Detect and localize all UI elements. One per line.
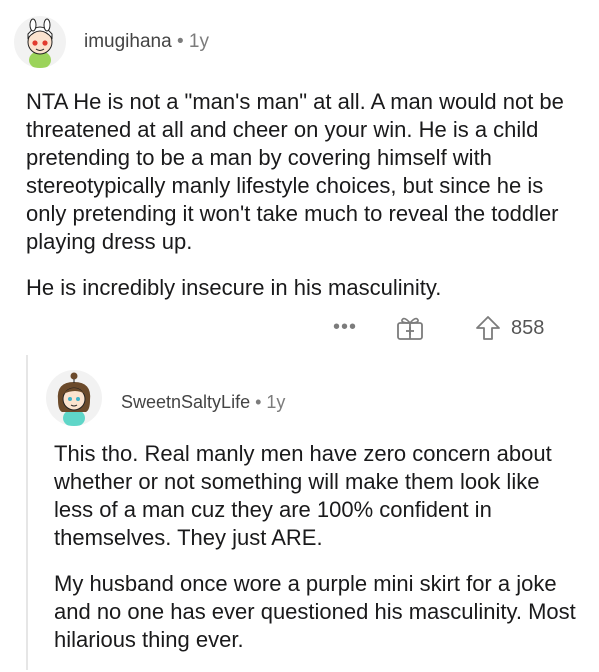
thread-line[interactable] bbox=[26, 355, 28, 670]
comment-paragraph: My husband once wore a purple mini skirt… bbox=[54, 571, 576, 652]
user-avatar[interactable] bbox=[46, 370, 102, 426]
comment-body: This tho. Real manly men have zero conce… bbox=[54, 440, 584, 672]
comment-meta: imugihana • 1y bbox=[84, 31, 209, 53]
snoo-avatar-icon bbox=[57, 372, 91, 426]
username-link[interactable]: SweetnSaltyLife bbox=[121, 392, 250, 412]
comment-meta: SweetnSaltyLife • 1y bbox=[121, 392, 285, 413]
vote-score: 858 bbox=[511, 317, 545, 339]
snoo-avatar-icon bbox=[27, 18, 53, 68]
gift-award-icon[interactable] bbox=[396, 315, 424, 341]
comment-paragraph: NTA He is not a "man's man" at all. A ma… bbox=[26, 89, 564, 254]
comment-age: 1y bbox=[188, 31, 209, 52]
comment-age: 1y bbox=[266, 392, 286, 412]
comment-paragraph: This tho. Real manly men have zero conce… bbox=[54, 441, 552, 550]
upvote-arrow-icon[interactable] bbox=[474, 314, 502, 342]
comment-paragraph: He is incredibly insecure in his masculi… bbox=[26, 275, 442, 300]
comment-actions: ••• 858 bbox=[0, 311, 599, 345]
meta-separator: • bbox=[255, 392, 262, 412]
meta-separator: • bbox=[176, 31, 184, 52]
username-link[interactable]: imugihana bbox=[84, 31, 172, 52]
user-avatar[interactable] bbox=[14, 16, 66, 68]
more-options-button[interactable]: ••• bbox=[333, 316, 357, 339]
comment-body: NTA He is not a "man's man" at all. A ma… bbox=[26, 88, 581, 320]
